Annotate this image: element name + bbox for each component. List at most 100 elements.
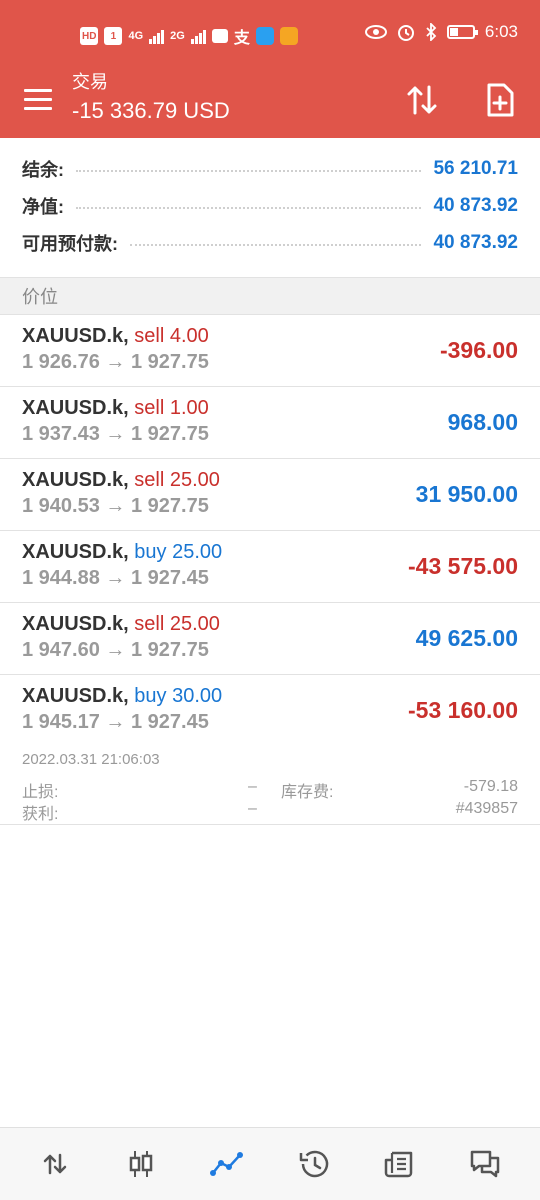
position-row[interactable]: XAUUSD.k, sell 25.00 1 940.53 → 1 927.75…	[0, 459, 540, 531]
status-left: HD 1 4G 2G 支	[80, 24, 298, 48]
position-title: XAUUSD.k, buy 30.00	[22, 685, 222, 708]
sim-badge: 1	[104, 27, 123, 45]
nav-news[interactable]	[381, 1146, 417, 1182]
balance-value: 56 210.71	[433, 157, 518, 179]
position-row[interactable]: XAUUSD.k, sell 4.00 1 926.76 → 1 927.75 …	[0, 315, 540, 387]
position-prices: 1 926.76 → 1 927.75	[22, 351, 209, 373]
position-symbol: XAUUSD.k,	[22, 469, 129, 491]
free-margin-row: 可用预付款: 40 873.92	[0, 224, 540, 261]
position-direction: sell 25.00	[134, 469, 220, 491]
position-open-time: 2022.03.31 21:06:03	[22, 751, 160, 768]
position-symbol: XAUUSD.k,	[22, 541, 129, 563]
position-profit: 49 625.00	[415, 625, 518, 651]
messages-icon	[470, 1150, 500, 1178]
take-profit-value: –	[248, 800, 257, 817]
dotted-leader	[76, 206, 422, 209]
news-icon	[384, 1151, 413, 1178]
take-profit-label: 获利:	[22, 806, 59, 823]
bottom-navigation	[0, 1127, 540, 1200]
title-block: 交易 -15 336.79 USD	[72, 70, 230, 126]
balance-row: 结余: 56 210.71	[0, 150, 540, 187]
positions-header: 价位	[0, 277, 540, 315]
history-icon	[299, 1150, 329, 1178]
swap-label: 库存费:	[281, 784, 334, 801]
network-2g: 2G	[170, 30, 185, 42]
balance-label: 结余:	[22, 159, 64, 180]
swap-value: -579.18	[463, 778, 518, 795]
position-title: XAUUSD.k, buy 25.00	[22, 541, 222, 564]
top-bar: HD 1 4G 2G 支 6:03 交易 -15 336.79 USD	[0, 0, 540, 138]
video-app-icon	[279, 27, 298, 45]
position-title: XAUUSD.k, sell 25.00	[22, 613, 220, 636]
stop-loss-label: 止损:	[22, 784, 59, 801]
position-prices: 1 947.60 → 1 927.75	[22, 639, 209, 661]
eye-icon	[364, 25, 387, 39]
nav-messages[interactable]	[467, 1146, 503, 1182]
equity-value: 40 873.92	[433, 194, 518, 216]
sort-button[interactable]	[402, 80, 442, 120]
search-app-icon	[255, 27, 274, 45]
position-row[interactable]: XAUUSD.k, buy 25.00 1 944.88 → 1 927.45 …	[0, 531, 540, 603]
dotted-leader	[130, 243, 422, 246]
position-direction: buy 25.00	[134, 541, 223, 563]
new-order-icon	[487, 83, 514, 117]
nav-chart[interactable]	[123, 1146, 159, 1182]
stop-loss-value: –	[248, 778, 257, 795]
nav-trade[interactable]	[209, 1146, 245, 1182]
position-profit: -396.00	[439, 337, 518, 363]
position-row[interactable]: XAUUSD.k, sell 25.00 1 947.60 → 1 927.75…	[0, 603, 540, 675]
app-notification-icon	[211, 29, 228, 43]
page-title: 交易	[72, 72, 108, 92]
position-profit: -43 575.00	[408, 553, 518, 579]
position-profit: 31 950.00	[415, 481, 518, 507]
position-id: #439857	[455, 800, 518, 817]
position-title: XAUUSD.k, sell 4.00	[22, 325, 209, 348]
position-symbol: XAUUSD.k,	[22, 613, 129, 635]
new-order-button[interactable]	[480, 80, 520, 120]
position-symbol: XAUUSD.k,	[22, 325, 129, 347]
signal-icon	[149, 28, 165, 44]
position-prices: 1 944.88 → 1 927.45	[22, 567, 209, 589]
clock: 6:03	[484, 22, 518, 41]
position-title: XAUUSD.k, sell 25.00	[22, 469, 220, 492]
position-prices: 1 945.17 → 1 927.45	[22, 711, 209, 733]
position-prices: 1 937.43 → 1 927.75	[22, 423, 209, 445]
menu-button[interactable]	[24, 82, 60, 116]
battery-icon	[446, 25, 478, 39]
stop-loss-row: 止损: – 库存费: -579.18	[22, 778, 518, 801]
equity-label: 净值:	[22, 196, 64, 217]
total-profit: -15 336.79 USD	[72, 98, 230, 123]
bluetooth-icon	[426, 23, 437, 41]
account-summary: 结余: 56 210.71 净值: 40 873.92 可用预付款: 40 87…	[0, 150, 540, 261]
position-direction: sell 25.00	[134, 613, 220, 635]
trade-icon	[210, 1152, 243, 1176]
app-bar: 交易 -15 336.79 USD	[0, 68, 540, 138]
network-4g: 4G	[128, 30, 144, 42]
hd-badge: HD	[80, 27, 99, 45]
dotted-leader	[76, 169, 422, 172]
equity-row: 净值: 40 873.92	[0, 187, 540, 224]
position-row[interactable]: XAUUSD.k, sell 1.00 1 937.43 → 1 927.75 …	[0, 387, 540, 459]
alipay-icon: 支	[233, 30, 250, 47]
position-profit: -53 160.00	[408, 697, 518, 723]
status-bar: HD 1 4G 2G 支 6:03	[0, 0, 540, 68]
free-margin-label: 可用预付款:	[22, 233, 118, 254]
quotes-icon	[43, 1153, 67, 1175]
position-direction: buy 30.00	[134, 685, 223, 707]
position-symbol: XAUUSD.k,	[22, 397, 129, 419]
position-symbol: XAUUSD.k,	[22, 685, 129, 707]
take-profit-row: 获利: – #439857	[22, 800, 518, 823]
status-right: 6:03	[364, 22, 518, 42]
alarm-icon	[397, 25, 414, 41]
nav-quotes[interactable]	[37, 1146, 73, 1182]
free-margin-value: 40 873.92	[433, 231, 518, 253]
position-prices: 1 940.53 → 1 927.75	[22, 495, 209, 517]
position-direction: sell 1.00	[134, 397, 209, 419]
position-profit: 968.00	[447, 409, 518, 435]
position-direction: sell 4.00	[134, 325, 209, 347]
sort-icon	[407, 85, 437, 115]
signal-icon	[190, 28, 206, 44]
positions-list: XAUUSD.k, sell 4.00 1 926.76 → 1 927.75 …	[0, 315, 540, 825]
position-row-expanded[interactable]: XAUUSD.k, buy 30.00 1 945.17 → 1 927.45 …	[0, 675, 540, 825]
nav-history[interactable]	[295, 1146, 331, 1182]
